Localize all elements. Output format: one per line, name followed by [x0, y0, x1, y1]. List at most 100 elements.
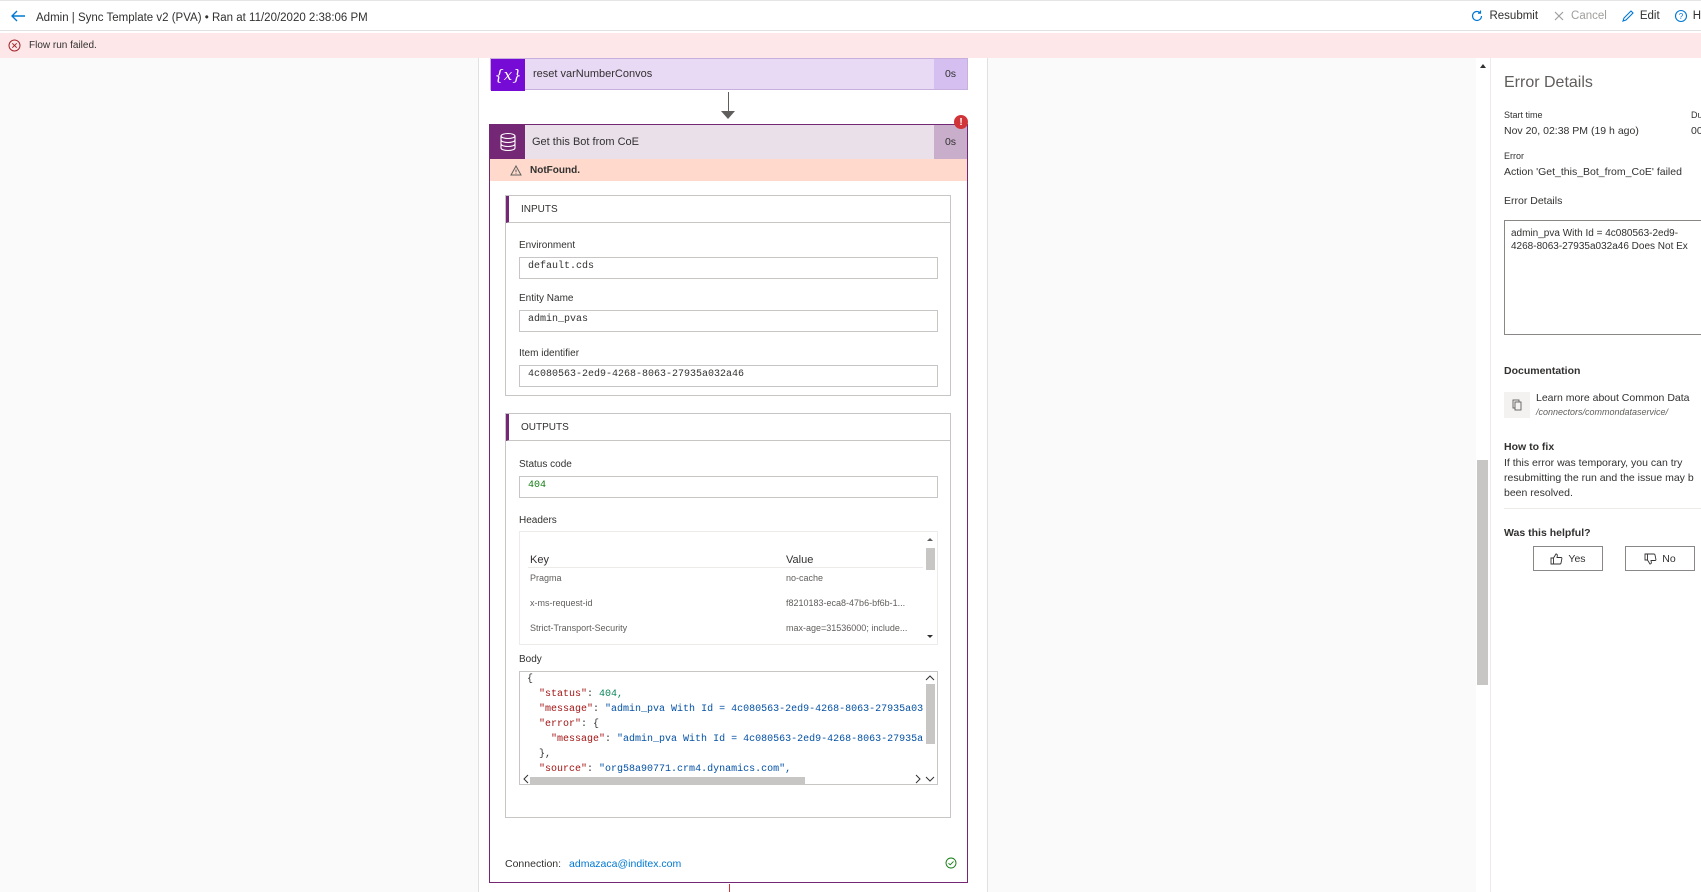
scroll-up-icon[interactable]	[923, 534, 937, 544]
json-key: "source"	[539, 764, 588, 775]
error-value: Action 'Get_this_Bot_from_CoE' failed	[1504, 166, 1682, 178]
run-failed-banner: Flow run failed.	[0, 33, 1701, 58]
body-horizontal-scrollbar[interactable]	[530, 777, 805, 784]
table-row: x-ms-request-id f8210183-eca8-47b6-bf6b-1…	[530, 598, 905, 608]
json-key: "status"	[539, 689, 588, 700]
environment-label: Environment	[519, 240, 576, 251]
entity-name-label: Entity Name	[519, 293, 574, 304]
documentation-path: /connectors/commondataservice/	[1536, 407, 1669, 417]
step-reset-var-title: reset varNumberConvos	[533, 68, 653, 80]
json-value: {	[527, 674, 534, 685]
code-line: "message": "admin_pva With Id = 4c080563…	[539, 704, 930, 715]
next-connector-line	[729, 884, 730, 892]
header-value: f8210183-eca8-47b6-bf6b-1...	[786, 598, 906, 608]
header-key: x-ms-request-id	[530, 598, 593, 608]
resubmit-button[interactable]: Resubmit	[1470, 9, 1538, 23]
header-key: Strict-Transport-Security	[530, 623, 628, 633]
connector-arrow-icon	[721, 111, 735, 119]
database-icon	[490, 125, 525, 159]
close-icon	[1554, 11, 1564, 21]
variable-icon: {x}	[491, 59, 525, 91]
edit-label: Edit	[1639, 10, 1660, 22]
headers-scrollbar[interactable]	[923, 532, 937, 644]
code-line: "source": "org58a90771.crm4.dynamics.com…	[539, 764, 792, 775]
header-value: max-age=31536000; include...	[786, 623, 908, 633]
step-reset-var-card[interactable]: {x} reset varNumberConvos 0s	[490, 58, 968, 91]
thumbs-down-icon	[1644, 553, 1657, 564]
svg-text:?: ?	[1678, 12, 1683, 21]
inputs-header[interactable]: INPUTS	[506, 196, 950, 223]
header-value: no-cache	[786, 573, 824, 583]
inputs-section: INPUTS Environment default.cds Entity Na…	[505, 195, 951, 396]
json-key: "message"	[551, 734, 606, 745]
headers-table[interactable]: Key Value Pragma no-cache x-ms-request-id…	[519, 531, 938, 645]
how-to-fix-heading: How to fix	[1504, 441, 1555, 453]
scroll-left-icon[interactable]	[521, 774, 531, 784]
outputs-section: OUTPUTS Status code 404 Headers Key Valu…	[505, 413, 951, 818]
status-code-field: 404	[519, 476, 938, 498]
duration-label: Du	[1691, 110, 1701, 120]
thumbs-up-icon	[1550, 553, 1563, 564]
headers-key-column: Key	[530, 554, 549, 566]
no-button[interactable]: No	[1625, 546, 1695, 571]
step-get-bot-header[interactable]: Get this Bot from CoE 0s	[490, 125, 967, 159]
code-line: "error": {	[539, 719, 600, 730]
connection-label: Connection:	[505, 858, 562, 870]
warning-icon	[510, 164, 522, 175]
table-row: Strict-Transport-Security max-age=3153600…	[530, 623, 907, 633]
status-code-label: Status code	[519, 459, 572, 470]
duration-value: 00	[1691, 125, 1701, 137]
helpful-heading: Was this helpful?	[1504, 527, 1591, 539]
step-status-banner: NotFound.	[490, 159, 967, 181]
code-line: "message": "admin_pva With Id = 4c080563…	[551, 734, 930, 745]
scroll-down-icon[interactable]	[923, 632, 937, 642]
json-key: "message"	[539, 704, 594, 715]
document-icon	[1504, 392, 1530, 418]
scroll-up-icon[interactable]	[1476, 61, 1490, 71]
outputs-header[interactable]: OUTPUTS	[506, 414, 950, 441]
headers-value-column: Value	[786, 554, 814, 566]
error-details-textarea[interactable]: admin_pva With Id = 4c080563-2ed9- 4268-…	[1504, 220, 1701, 335]
scroll-down-icon[interactable]	[923, 774, 937, 784]
command-bar: Admin | Sync Template v2 (PVA) • Ran at …	[0, 0, 1701, 31]
code-line: },	[527, 747, 929, 762]
connection-row: Connection: admazaca@inditex.com	[505, 858, 681, 870]
scroll-right-icon[interactable]	[913, 774, 923, 784]
step-status-text: NotFound.	[530, 164, 580, 176]
panel-title: Error Details	[1504, 74, 1593, 91]
step-get-bot-card: Get this Bot from CoE 0s NotFound. INPUT…	[489, 124, 968, 883]
body-code-view[interactable]: { "status": 404, "message": "admin_pva W…	[519, 671, 938, 785]
headers-label: Headers	[519, 515, 557, 526]
environment-field: default.cds	[519, 257, 938, 279]
no-label: No	[1662, 552, 1676, 565]
cancel-label: Cancel	[1571, 10, 1607, 22]
flow-canvas: {x} reset varNumberConvos 0s ! Get this …	[0, 58, 1476, 892]
code-line: "status": 404,	[539, 689, 624, 700]
cancel-button[interactable]: Cancel	[1552, 9, 1607, 23]
refresh-icon	[1472, 10, 1483, 22]
canvas-scrollbar-thumb[interactable]	[1477, 460, 1488, 685]
error-badge-icon: !	[954, 115, 968, 129]
item-identifier-field: 4c080563-2ed9-4268-8063-27935a032a46	[519, 365, 938, 387]
help-label: H	[1692, 10, 1701, 22]
help-button[interactable]: ? H	[1674, 9, 1701, 23]
code-line: {	[527, 672, 929, 687]
step-get-bot-duration: 0s	[934, 125, 967, 159]
canvas-scrollbar[interactable]	[1476, 58, 1490, 892]
scroll-up-icon[interactable]	[923, 673, 937, 683]
back-arrow-icon[interactable]	[9, 7, 27, 25]
pencil-icon	[1621, 10, 1634, 22]
yes-button[interactable]: Yes	[1533, 546, 1603, 571]
error-label: Error	[1504, 151, 1524, 161]
edit-button[interactable]: Edit	[1621, 9, 1660, 23]
json-value: "org58a90771.crm4.dynamics.com",	[599, 764, 792, 775]
connection-link[interactable]: admazaca@inditex.com	[569, 858, 681, 870]
json-value: 404,	[599, 689, 624, 700]
body-vertical-scrollbar[interactable]	[923, 672, 937, 784]
step-reset-var-duration: 0s	[934, 59, 967, 89]
documentation-link[interactable]: Learn more about Common Data	[1536, 392, 1690, 404]
header-key: Pragma	[530, 573, 562, 583]
json-value: "admin_pva With Id = 4c080563-2ed9-4268-…	[617, 734, 930, 745]
json-value: },	[539, 749, 552, 760]
run-failed-message: Flow run failed.	[29, 40, 97, 51]
